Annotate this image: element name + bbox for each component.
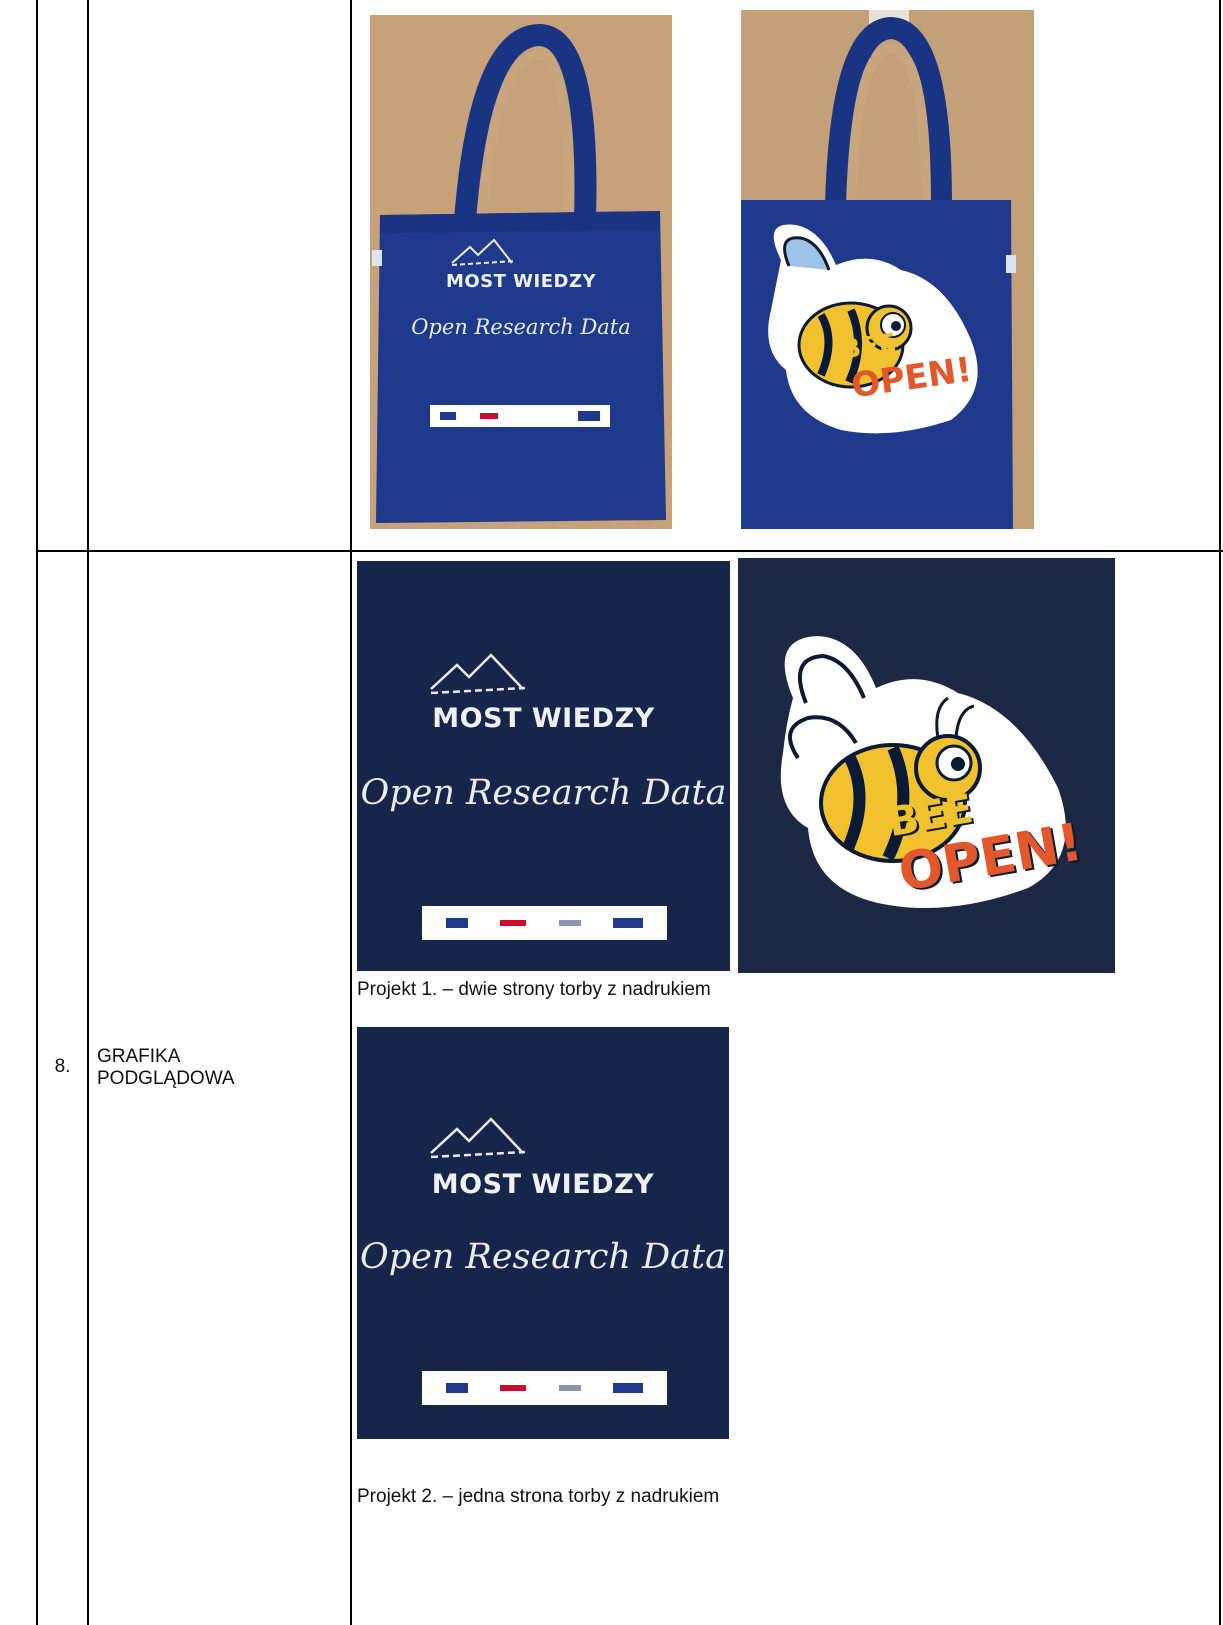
row-label: GRAFIKA PODGLĄDOWA	[97, 1046, 235, 1089]
project1-front-funder-logos	[422, 906, 667, 940]
project2-tagline: Open Research Data	[360, 1237, 726, 1277]
bag-front-brand: MOST WIEDZY	[445, 271, 597, 292]
project1-back-graphic: BEE OPEN!	[738, 558, 1115, 973]
table-row-divider	[36, 550, 1223, 552]
bag-front-photo: MOST WIEDZY Open Research Data	[370, 15, 672, 529]
table-border-left	[36, 0, 38, 1625]
project1-front-tagline: Open Research Data	[360, 773, 727, 813]
most-wiedzy-logo-icon	[430, 1117, 526, 1159]
project1-front-brand: MOST WIEDZY	[432, 703, 655, 734]
table-border-col2	[350, 0, 352, 1625]
row-number: 8.	[54, 1056, 71, 1077]
bag-front-tagline: Open Research Data	[411, 315, 631, 339]
project1-front-graphic: MOST WIEDZY Open Research Data	[357, 561, 730, 971]
most-wiedzy-logo-icon	[430, 653, 526, 695]
project2-caption: Projekt 2. – jedna strona torby z nadruk…	[357, 1486, 720, 1507]
project2-brand: MOST WIEDZY	[431, 1169, 655, 1200]
project1-caption: Projekt 1. – dwie strony torby z nadruki…	[357, 979, 711, 1000]
project2-graphic: MOST WIEDZY Open Research Data	[357, 1027, 729, 1439]
bag-back-photo: BEE OPEN!	[741, 10, 1034, 529]
table-border-col1	[87, 0, 89, 1625]
table-border-right	[1219, 0, 1221, 1625]
project2-funder-logos	[422, 1371, 667, 1405]
